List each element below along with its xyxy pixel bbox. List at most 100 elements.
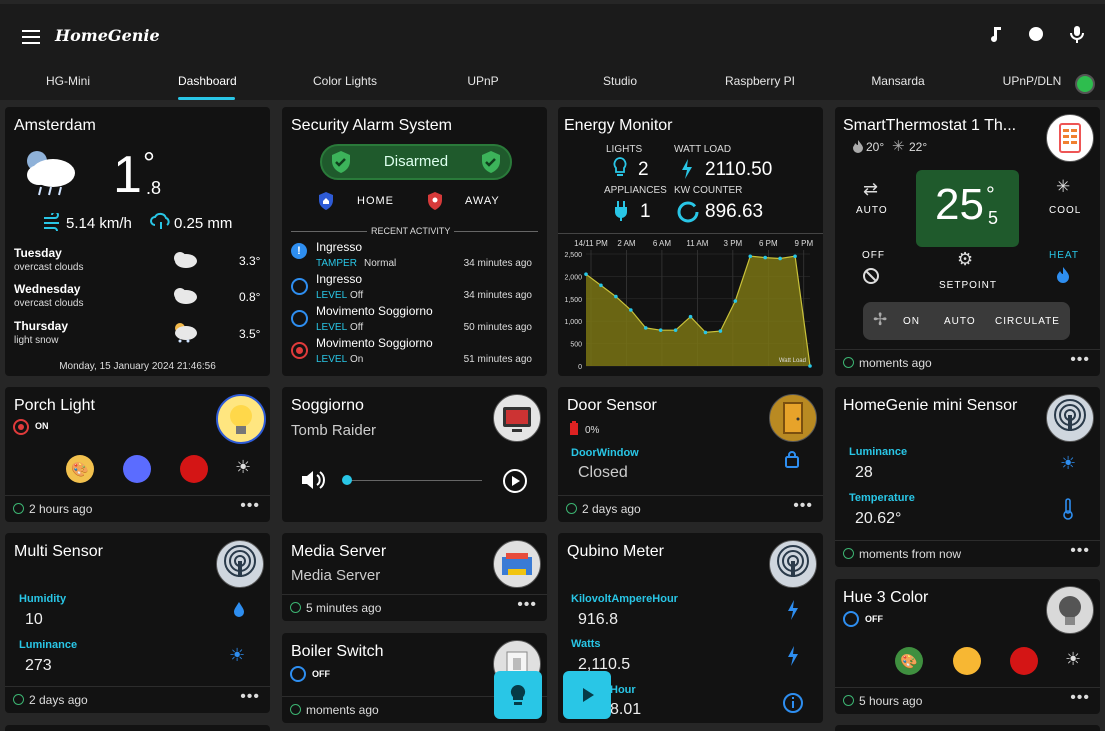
temp-decimal: 5 <box>988 208 999 228</box>
tv-icon <box>503 407 531 432</box>
card-footer: moments ago ••• <box>835 349 1100 376</box>
color-swatch-blue[interactable] <box>123 455 151 483</box>
mode-heat[interactable]: HEAT <box>1049 250 1079 261</box>
gear-icon[interactable]: ⚙ <box>957 249 973 270</box>
block-icon[interactable] <box>862 267 880 285</box>
snowflake-icon[interactable]: ✳ <box>1056 177 1070 197</box>
porch-avatar[interactable] <box>216 394 266 444</box>
play-icon[interactable] <box>502 468 528 494</box>
recent-activity-label: RECENT ACTIVITY <box>367 226 455 236</box>
menu-icon[interactable] <box>22 30 40 44</box>
alarm-home-label[interactable]: HOME <box>357 195 394 207</box>
heat-setpoint: 20° <box>866 140 885 154</box>
sensor-avatar[interactable] <box>216 540 264 588</box>
status-dot <box>843 695 854 706</box>
porch-title: Porch Light <box>14 397 95 414</box>
chart-point <box>658 328 663 332</box>
tab-hg-mini[interactable]: HG-Mini <box>30 70 106 100</box>
record-icon[interactable] <box>1026 24 1046 44</box>
brightness-icon[interactable]: ☀ <box>1065 649 1081 670</box>
sun-icon: ☀ <box>229 645 246 665</box>
chart-point <box>584 272 588 276</box>
last-updated: 2 days ago <box>582 502 641 516</box>
lights-label: LIGHTS <box>606 144 643 155</box>
scenarios-fab[interactable] <box>563 671 611 719</box>
activity-name: Movimento Soggiorno <box>316 336 433 350</box>
status-dot <box>566 503 577 514</box>
tab-label: Dashboard <box>178 74 237 88</box>
info-icon[interactable] <box>782 692 804 714</box>
color-swatch-yellow[interactable] <box>953 647 981 675</box>
sensor-avatar[interactable] <box>769 540 817 588</box>
chart-point <box>673 328 678 332</box>
chart-point <box>808 364 812 368</box>
shield-away-icon[interactable] <box>425 191 445 211</box>
tab-color-lights[interactable]: Color Lights <box>300 70 390 100</box>
music-note-icon[interactable] <box>985 24 1005 44</box>
battery-alert-icon <box>570 421 578 435</box>
volume-slider-track[interactable] <box>346 480 482 481</box>
hue-title: Hue 3 Color <box>843 589 929 606</box>
sensor-avatar[interactable] <box>1046 394 1094 442</box>
forecast-day: Tuesday <box>14 246 62 260</box>
brightness-icon[interactable]: ☀ <box>235 457 251 478</box>
microphone-icon[interactable] <box>1067 24 1087 44</box>
forecast-desc: overcast clouds <box>14 298 84 309</box>
color-swatch-red[interactable] <box>180 455 208 483</box>
more-options-button[interactable]: ••• <box>1070 689 1090 707</box>
cloud-rain-icon <box>27 151 75 196</box>
thermostat-avatar[interactable] <box>1046 114 1094 162</box>
shield-home-icon[interactable] <box>316 191 336 211</box>
more-options-button[interactable]: ••• <box>793 497 813 515</box>
tab-raspberry-pi[interactable]: Raspberry PI <box>715 70 805 100</box>
flame-icon[interactable] <box>1056 266 1070 284</box>
forecast-desc: light snow <box>14 335 59 346</box>
palette-icon[interactable]: 🎨 <box>66 455 94 483</box>
tab-upnp-dlna[interactable]: UPnP/DLN <box>998 70 1066 100</box>
tab-studio[interactable]: Studio <box>592 70 648 100</box>
multi-title: Multi Sensor <box>14 543 103 560</box>
door-avatar[interactable] <box>769 394 817 442</box>
fan-on-button[interactable]: ON <box>903 316 920 327</box>
card-footer: moments from now ••• <box>835 540 1100 567</box>
more-options-button[interactable]: ••• <box>240 497 260 515</box>
energy-title: Energy Monitor <box>564 117 673 134</box>
media-server-avatar[interactable] <box>493 540 541 588</box>
alarm-status-button[interactable]: Disarmed <box>320 144 512 180</box>
hue-avatar[interactable] <box>1046 586 1094 634</box>
mode-cool[interactable]: COOL <box>1049 205 1081 216</box>
counter-ring-icon <box>677 201 699 223</box>
volume-icon[interactable] <box>300 469 326 491</box>
activity-value: Normal <box>364 258 397 269</box>
off-indicator-icon <box>843 611 859 627</box>
tab-indicator <box>178 97 235 100</box>
tab-dashboard[interactable]: Dashboard <box>178 70 237 100</box>
info-icon: ! <box>291 243 307 259</box>
tab-upnp[interactable]: UPnP <box>455 70 511 100</box>
more-options-button[interactable]: ••• <box>1070 351 1090 369</box>
lights-fab[interactable] <box>494 671 542 719</box>
more-options-button[interactable]: ••• <box>240 688 260 706</box>
swap-icon[interactable]: ⇄ <box>863 179 878 200</box>
activity-value: Off <box>350 322 364 333</box>
fan-auto-button[interactable]: AUTO <box>944 316 976 327</box>
chart-x-tick-label: 11 AM <box>686 239 708 248</box>
more-options-button[interactable]: ••• <box>517 596 537 614</box>
alarm-away-label[interactable]: AWAY <box>465 195 500 207</box>
mode-auto[interactable]: AUTO <box>856 205 888 216</box>
color-swatch-red[interactable] <box>1010 647 1038 675</box>
more-options-button[interactable]: ••• <box>1070 542 1090 560</box>
media-renderer-avatar[interactable] <box>493 394 541 442</box>
last-updated: moments from now <box>859 547 962 561</box>
appliances-label: APPLIANCES <box>604 185 667 196</box>
last-updated: 5 hours ago <box>859 694 923 708</box>
rain-amount: 0.25 mm <box>174 215 233 232</box>
thermostat-title: SmartThermostat 1 Th... <box>843 117 1017 134</box>
mode-off[interactable]: OFF <box>862 250 885 261</box>
setpoint-label[interactable]: SETPOINT <box>939 280 997 291</box>
tab-mansarda[interactable]: Mansarda <box>860 70 936 100</box>
volume-slider-thumb[interactable] <box>342 475 352 485</box>
palette-icon[interactable]: 🎨 <box>895 647 923 675</box>
last-updated: 5 minutes ago <box>306 601 382 615</box>
fan-circulate-button[interactable]: CIRCULATE <box>995 316 1060 327</box>
